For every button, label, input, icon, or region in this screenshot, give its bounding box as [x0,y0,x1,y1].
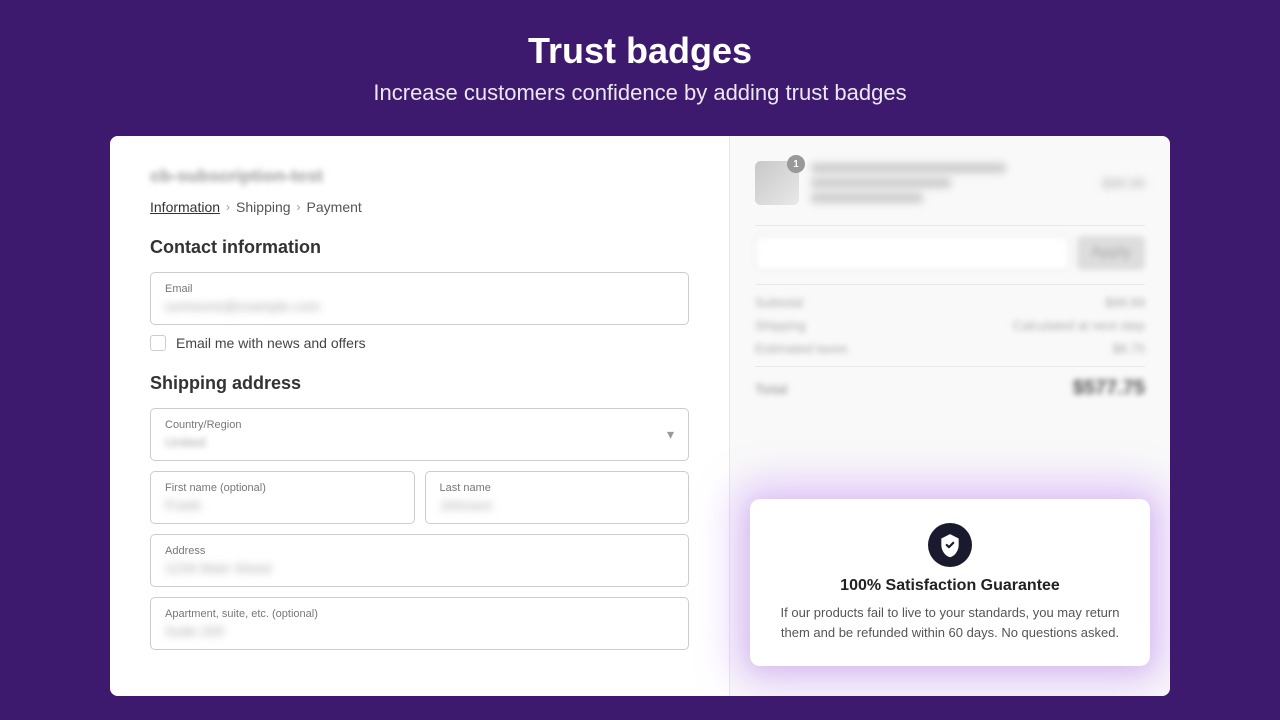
email-label: Email [165,283,674,295]
taxes-value: $8.75 [1112,341,1145,356]
shipping-row: Shipping Calculated at next step [755,318,1145,333]
left-panel: cb-subscription-test Information › Shipp… [110,136,730,696]
product-price: $99.99 [1102,175,1145,191]
breadcrumb-payment[interactable]: Payment [307,199,362,215]
divider-1 [755,225,1145,226]
subtotal-label: Subtotal [755,295,803,310]
main-container: cb-subscription-test Information › Shipp… [110,136,1170,696]
discount-apply-button[interactable]: Apply [1077,236,1145,270]
address-label: Address [165,545,674,557]
product-info [811,163,1090,203]
product-avatar: 1 [755,161,799,205]
apt-field[interactable]: Apartment, suite, etc. (optional) Suite … [150,597,689,650]
shipping-value: Calculated at next step [1013,318,1145,333]
chevron-down-icon: ▾ [667,426,674,443]
subtotal-row: Subtotal $99.99 [755,295,1145,310]
contact-section-title: Contact information [150,237,689,258]
breadcrumb-shipping[interactable]: Shipping [236,199,291,215]
breadcrumb-information[interactable]: Information [150,199,220,215]
address-value: 1234 Main Street [165,560,674,576]
last-name-label: Last name [440,482,675,494]
trust-badge-title: 100% Satisfaction Guarantee [778,577,1122,595]
page-subtitle: Increase customers confidence by adding … [373,80,906,106]
country-select[interactable]: Country/Region United ▾ [150,408,689,461]
shipping-section-title: Shipping address [150,373,689,394]
header-section: Trust badges Increase customers confiden… [353,0,926,126]
breadcrumb-sep-1: › [226,200,230,214]
trust-icon-wrapper [778,523,1122,567]
store-name: cb-subscription-test [150,166,689,187]
name-row: First name (optional) Frank Last name Jo… [150,471,689,524]
first-name-label: First name (optional) [165,482,400,494]
last-name-value: Johnson [440,497,675,513]
email-value: someone@example.com [165,298,674,314]
total-value: $577.75 [1073,377,1145,400]
page-wrapper: Trust badges Increase customers confiden… [0,0,1280,720]
first-name-field[interactable]: First name (optional) Frank [150,471,415,524]
discount-row: Apply [755,236,1145,270]
product-quantity-badge: 1 [787,155,805,173]
newsletter-row: Email me with news and offers [150,335,689,351]
total-label: Total [755,381,787,397]
last-name-field[interactable]: Last name Johnson [425,471,690,524]
subtotal-value: $99.99 [1105,295,1145,310]
breadcrumb-sep-2: › [297,200,301,214]
total-row: Total $577.75 [755,366,1145,400]
page-title: Trust badges [373,30,906,72]
apt-value: Suite 200 [165,623,674,639]
trust-badge-container: 100% Satisfaction Guarantee If our produ… [750,499,1150,666]
trust-badge-description: If our products fail to live to your sta… [778,603,1122,642]
shield-check-icon [928,523,972,567]
discount-input[interactable] [755,236,1069,270]
breadcrumb: Information › Shipping › Payment [150,199,689,215]
divider-2 [755,284,1145,285]
newsletter-checkbox[interactable] [150,335,166,351]
shipping-label: Shipping [755,318,806,333]
address-field[interactable]: Address 1234 Main Street [150,534,689,587]
taxes-label: Estimated taxes [755,341,848,356]
first-name-value: Frank [165,497,400,513]
country-value: United [165,434,667,450]
taxes-row: Estimated taxes $8.75 [755,341,1145,356]
apt-label: Apartment, suite, etc. (optional) [165,608,674,620]
newsletter-label: Email me with news and offers [176,335,366,351]
trust-badge-card: 100% Satisfaction Guarantee If our produ… [750,499,1150,666]
right-panel: 1 $99.99 Apply Subtotal $99.99 [730,136,1170,696]
country-label: Country/Region [165,419,667,431]
email-field-wrapper[interactable]: Email someone@example.com [150,272,689,325]
order-item: 1 $99.99 [755,161,1145,205]
